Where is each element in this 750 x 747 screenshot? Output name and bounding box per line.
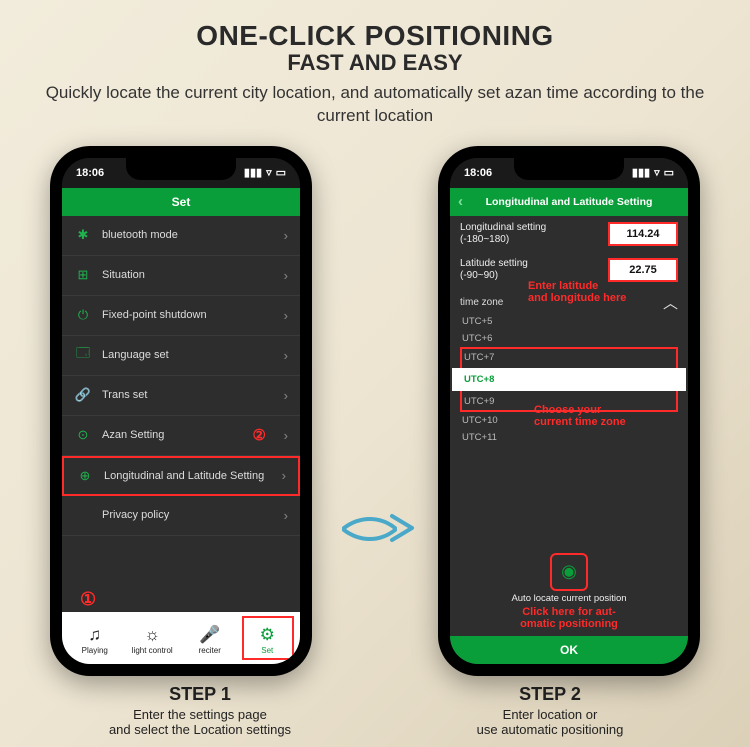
tz-label: time zone [460, 297, 503, 308]
annotation-tz-highlight: UTC+7 UTC+8 UTC+9 [460, 347, 678, 412]
status-icons: ▮▮▮ ▿ ▭ [244, 166, 286, 179]
row-label: Fixed-point shutdown [102, 309, 207, 321]
subtitle: FAST AND EASY [40, 50, 710, 76]
trans-icon: 🔗 [74, 387, 92, 403]
step-desc: Enter location oruse automatic positioni… [410, 707, 690, 738]
lon-label: Longitudinal setting [460, 222, 546, 233]
screen-title: Longitudinal and Latitude Setting [486, 196, 653, 208]
bluetooth-icon: ✱ [74, 227, 92, 243]
ok-button[interactable]: OK [450, 636, 688, 664]
marketing-header: ONE-CLICK POSITIONING FAST AND EASY Quic… [0, 0, 750, 136]
row-privacy[interactable]: Privacy policy › [62, 496, 300, 536]
chevron-right-icon: › [284, 428, 288, 443]
light-icon: ☼ [124, 625, 182, 645]
playing-icon: ♫ [66, 625, 124, 645]
chevron-right-icon: › [284, 268, 288, 283]
row-lonlat[interactable]: ⊕ Longitudinal and Latitude Setting › [62, 456, 300, 496]
row-label: Azan Setting [102, 429, 164, 441]
chevron-right-icon: › [284, 308, 288, 323]
auto-locate-section: ◉ Auto locate current position Click her… [450, 547, 688, 636]
longitude-row: Longitudinal setting (-180~180) 114.24 [450, 216, 688, 252]
annotation-tab-highlight [242, 616, 294, 660]
auto-locate-button[interactable]: ◉ [550, 553, 588, 591]
tab-label: Playing [82, 646, 108, 655]
screen-title-bar: ‹ Longitudinal and Latitude Setting [450, 188, 688, 216]
location-icon: ◉ [561, 561, 577, 582]
longitude-input[interactable]: 114.24 [608, 222, 678, 246]
chevron-up-icon[interactable]: ︿ [663, 292, 678, 313]
chevron-right-icon: › [284, 348, 288, 363]
annotation-1: ① [80, 589, 96, 610]
screen-title: Set [172, 195, 191, 209]
back-icon[interactable]: ‹ [458, 193, 463, 210]
row-label: bluetooth mode [102, 229, 178, 241]
annotation-2: ② [253, 426, 266, 444]
step-1: STEP 1 Enter the settings pageand select… [60, 684, 340, 738]
step-desc: Enter the settings pageand select the Lo… [60, 707, 340, 738]
status-time: 18:06 [76, 167, 104, 179]
step-title: STEP 2 [410, 684, 690, 705]
tab-label: light control [132, 646, 173, 655]
tz-item[interactable]: UTC+11 [462, 429, 676, 446]
auto-locate-label: Auto locate current position [450, 593, 688, 604]
chevron-right-icon: › [284, 388, 288, 403]
settings-list: ✱ bluetooth mode › ⊞ Situation › ⏻ Fixed… [62, 216, 300, 612]
power-icon: ⏻ [74, 307, 92, 323]
lat-range: (-90~90) [460, 270, 498, 281]
language-icon: 🗔 [74, 344, 92, 366]
title: ONE-CLICK POSITIONING [40, 20, 710, 52]
status-time: 18:06 [464, 167, 492, 179]
signal-icon: ▮▮▮ [244, 166, 262, 179]
step-2: STEP 2 Enter location oruse automatic po… [410, 684, 690, 738]
chevron-right-icon: › [284, 228, 288, 243]
row-label: Longitudinal and Latitude Setting [104, 470, 264, 482]
tab-reciter[interactable]: 🎤 reciter [181, 625, 239, 655]
lon-range: (-180~180) [460, 234, 509, 245]
tab-label: reciter [199, 646, 221, 655]
latitude-input[interactable]: 22.75 [608, 258, 678, 282]
tz-item[interactable]: UTC+6 [462, 330, 676, 347]
row-label: Language set [102, 349, 169, 361]
phone-step2: 18:06 ▮▮▮ ▿ ▭ ‹ Longitudinal and Latitud… [438, 146, 700, 676]
wifi-icon: ▿ [654, 166, 660, 179]
row-label: Trans set [102, 389, 147, 401]
annotation-auto: Click here for aut-omatic positioning [450, 606, 688, 630]
row-situation[interactable]: ⊞ Situation › [62, 256, 300, 296]
tab-bar: ♫ Playing ☼ light control 🎤 reciter ⚙ Se… [62, 612, 300, 664]
arrow-icon [340, 506, 415, 550]
chevron-right-icon: › [284, 508, 288, 523]
row-label: Situation [102, 269, 145, 281]
tz-item[interactable]: UTC+7 [464, 349, 674, 366]
description: Quickly locate the current city location… [40, 82, 710, 128]
row-azan[interactable]: ⊙ Azan Setting ② › [62, 416, 300, 456]
row-language[interactable]: 🗔 Language set › [62, 336, 300, 376]
phone-step1: 18:06 ▮▮▮ ▿ ▭ Set ✱ bluetooth mode › ⊞ [50, 146, 312, 676]
tz-item-selected[interactable]: UTC+8 [452, 368, 686, 391]
signal-icon: ▮▮▮ [632, 166, 650, 179]
annotation-latlon: Enter latitudeand longitude here [528, 280, 626, 304]
reciter-icon: 🎤 [181, 625, 239, 645]
row-bluetooth[interactable]: ✱ bluetooth mode › [62, 216, 300, 256]
steps: STEP 1 Enter the settings pageand select… [0, 676, 750, 738]
location-icon: ⊕ [76, 468, 94, 484]
situation-icon: ⊞ [74, 267, 92, 283]
row-trans[interactable]: 🔗 Trans set › [62, 376, 300, 416]
wifi-icon: ▿ [266, 166, 272, 179]
notch [514, 158, 624, 180]
tab-playing[interactable]: ♫ Playing [66, 625, 124, 655]
status-icons: ▮▮▮ ▿ ▭ [632, 166, 674, 179]
annotation-timezone: Choose yourcurrent time zone [534, 404, 626, 428]
screen-title-bar: Set [62, 188, 300, 216]
lat-label: Latitude setting [460, 258, 528, 269]
tz-item[interactable]: UTC+5 [462, 313, 676, 330]
notch [126, 158, 236, 180]
battery-icon: ▭ [664, 166, 674, 179]
battery-icon: ▭ [276, 166, 286, 179]
step-title: STEP 1 [60, 684, 340, 705]
tab-light[interactable]: ☼ light control [124, 625, 182, 655]
chevron-right-icon: › [282, 468, 286, 483]
row-shutdown[interactable]: ⏻ Fixed-point shutdown › [62, 296, 300, 336]
row-label: Privacy policy [102, 509, 169, 521]
azan-icon: ⊙ [74, 427, 92, 443]
